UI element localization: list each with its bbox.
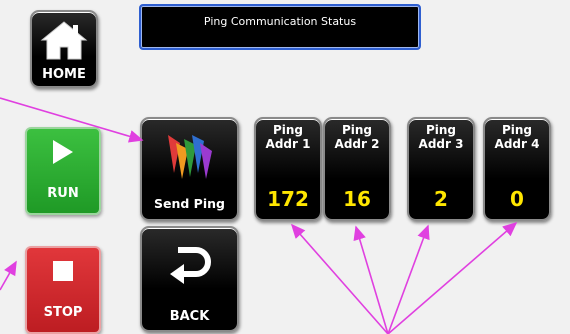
callout-line-run bbox=[0, 260, 17, 291]
callout-line-addr-4 bbox=[387, 221, 518, 334]
callout-line-addr-2 bbox=[353, 225, 389, 334]
annotation-arrows bbox=[0, 97, 518, 334]
callout-line-addr-1 bbox=[290, 223, 389, 334]
callout-line-addr-3 bbox=[387, 224, 430, 334]
callout-line-send-ping bbox=[0, 97, 144, 143]
